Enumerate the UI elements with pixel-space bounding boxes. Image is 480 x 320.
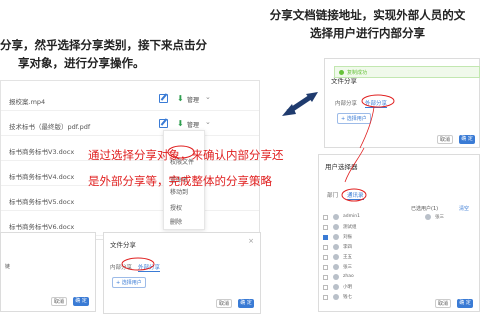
user-name: 王五 bbox=[343, 255, 352, 260]
user-checkbox[interactable] bbox=[323, 225, 328, 230]
dialog-title: 用户选择器 bbox=[325, 163, 358, 171]
user-checkbox[interactable] bbox=[323, 285, 328, 290]
tab-external-share[interactable]: 外部分享 bbox=[365, 99, 388, 108]
success-toast: 复制成功 bbox=[334, 66, 480, 78]
user-name: 李四 bbox=[343, 245, 352, 250]
select-user-button[interactable]: + 选择用户 bbox=[112, 277, 146, 288]
file-name[interactable]: 报校案.mp4 bbox=[9, 96, 45, 106]
user-name: zhao bbox=[343, 274, 354, 279]
avatar bbox=[333, 224, 339, 230]
user-list-item[interactable]: 张三 bbox=[323, 263, 389, 273]
user-list-item[interactable]: 刘振 bbox=[323, 233, 389, 243]
user-picker-dialog: 用户选择器 部门 通讯录 已选用户(1) 清空 张三 admin1 测试组 刘振… bbox=[318, 154, 480, 312]
ok-button[interactable]: 确 定 bbox=[457, 299, 473, 308]
success-text: 复制成功 bbox=[347, 70, 368, 76]
clear-button[interactable]: 清空 bbox=[459, 205, 469, 212]
chevron-down-icon[interactable]: ⌄ bbox=[205, 93, 211, 101]
arrow-head-right-icon bbox=[306, 92, 318, 102]
file-row[interactable]: 技术标书（最终版）pdf.pdf ⬇ 管理 ⌄ bbox=[1, 114, 259, 136]
avatar bbox=[333, 284, 339, 290]
user-name: 钱七 bbox=[343, 295, 352, 300]
ok-button[interactable]: 确 定 bbox=[459, 135, 475, 144]
success-icon bbox=[339, 70, 344, 75]
panel-snippet-text: 链 bbox=[5, 264, 11, 270]
tab-department[interactable]: 部门 bbox=[327, 191, 338, 199]
menu-item-authorize[interactable]: 授权 bbox=[170, 203, 182, 212]
user-checkbox[interactable] bbox=[323, 275, 328, 280]
tab-internal-share[interactable]: 内部分享 bbox=[110, 263, 132, 271]
user-name: 测试组 bbox=[343, 225, 357, 230]
user-checkbox[interactable] bbox=[323, 255, 328, 260]
arrow-head-left-icon bbox=[282, 104, 296, 116]
share-panel-partial: 链 取消 确 定 bbox=[0, 232, 96, 312]
avatar bbox=[333, 274, 339, 280]
user-checkbox[interactable] bbox=[323, 235, 328, 240]
file-share-dialog: 文件分享 × 内部分享 外部分享 + 选择用户 取消 确 定 bbox=[103, 232, 261, 314]
menu-item-delete[interactable]: 删除 bbox=[170, 217, 182, 226]
file-name[interactable]: 标书商务标书V4.docx bbox=[9, 171, 74, 181]
tab-internal-share[interactable]: 内部分享 bbox=[335, 99, 357, 107]
user-checkbox[interactable] bbox=[323, 215, 328, 220]
caption-left-line1: 分享，然乎选择分享类别，接下来点击分 bbox=[0, 38, 207, 52]
cancel-button[interactable]: 取消 bbox=[435, 299, 451, 308]
ok-button[interactable]: 确 定 bbox=[238, 299, 254, 308]
user-checkbox[interactable] bbox=[323, 265, 328, 270]
annotation-text: 通过选择分享对象，来确认内部分享还 是外部分享等，完成整体的分享策略 bbox=[88, 142, 303, 194]
user-list-item[interactable]: 王五 bbox=[323, 253, 389, 263]
avatar bbox=[333, 244, 339, 250]
user-name: admin1 bbox=[343, 214, 360, 219]
user-checkbox[interactable] bbox=[323, 245, 328, 250]
user-checkbox[interactable] bbox=[323, 295, 328, 300]
tab-contacts[interactable]: 通讯录 bbox=[347, 191, 364, 200]
chevron-down-icon[interactable]: ⌄ bbox=[205, 118, 211, 126]
user-list-item[interactable]: 小明 bbox=[323, 283, 389, 293]
caption-left-line2: 享对象，进行分享操作。 bbox=[18, 56, 145, 70]
avatar bbox=[333, 294, 339, 300]
caption-right-line1: 分享文档链接地址，实现外部人员的文 bbox=[269, 8, 466, 22]
user-list-item[interactable]: 测试组 bbox=[323, 223, 389, 233]
avatar bbox=[333, 234, 339, 240]
annotation-line2: 是外部分享等，完成整体的分享策略 bbox=[88, 174, 272, 188]
user-list-item[interactable]: admin1 bbox=[323, 213, 389, 223]
tab-external-share[interactable]: 外部分享 bbox=[138, 263, 161, 272]
avatar bbox=[333, 254, 339, 260]
user-name: 小明 bbox=[343, 285, 352, 290]
close-icon[interactable]: × bbox=[248, 237, 254, 245]
manage-button[interactable]: 管理 bbox=[187, 95, 199, 104]
ok-button[interactable]: 确 定 bbox=[73, 297, 89, 306]
file-name[interactable]: 标书商务标书V3.docx bbox=[9, 146, 74, 156]
file-row[interactable]: 报校案.mp4 ⬇ 管理 ⌄ bbox=[1, 89, 259, 111]
cancel-button[interactable]: 取消 bbox=[216, 299, 232, 308]
file-name[interactable]: 标书商务标书V6.docx bbox=[9, 221, 74, 231]
selected-user-name: 张三 bbox=[435, 215, 444, 220]
user-name: 张三 bbox=[343, 265, 352, 270]
cancel-button[interactable]: 取消 bbox=[437, 135, 453, 144]
manage-button[interactable]: 管理 bbox=[187, 120, 199, 129]
avatar bbox=[333, 214, 339, 220]
user-list-item[interactable]: zhao bbox=[323, 273, 389, 283]
selected-count: 已选用户(1) bbox=[411, 206, 439, 212]
selected-user-chip[interactable]: 张三 bbox=[421, 213, 480, 223]
edit-icon[interactable] bbox=[159, 94, 168, 103]
caption-right: 分享文档链接地址，实现外部人员的文 选择用户进行内部分享 bbox=[255, 6, 480, 42]
user-list-item[interactable]: 钱七 bbox=[323, 293, 389, 303]
file-name[interactable]: 标书商务标书V5.docx bbox=[9, 196, 74, 206]
annotation-line1: 通过选择分享对象，来确认内部分享还 bbox=[88, 148, 284, 162]
file-name[interactable]: 技术标书（最终版）pdf.pdf bbox=[9, 121, 90, 131]
download-icon[interactable]: ⬇ bbox=[177, 94, 185, 103]
avatar bbox=[425, 214, 431, 220]
caption-right-line2: 选择用户进行内部分享 bbox=[310, 26, 425, 40]
user-list-item[interactable]: 李四 bbox=[323, 243, 389, 253]
dialog-title: 文件分享 bbox=[110, 241, 136, 249]
user-name: 刘振 bbox=[343, 235, 352, 240]
edit-icon[interactable] bbox=[159, 119, 168, 128]
caption-left: 分享，然乎选择分享类别，接下来点击分 享对象，进行分享操作。 bbox=[0, 36, 240, 72]
avatar bbox=[333, 264, 339, 270]
download-icon[interactable]: ⬇ bbox=[177, 119, 185, 128]
select-user-button[interactable]: + 选择用户 bbox=[337, 113, 371, 124]
double-arrow-icon bbox=[286, 93, 314, 115]
cancel-button[interactable]: 取消 bbox=[51, 297, 67, 306]
